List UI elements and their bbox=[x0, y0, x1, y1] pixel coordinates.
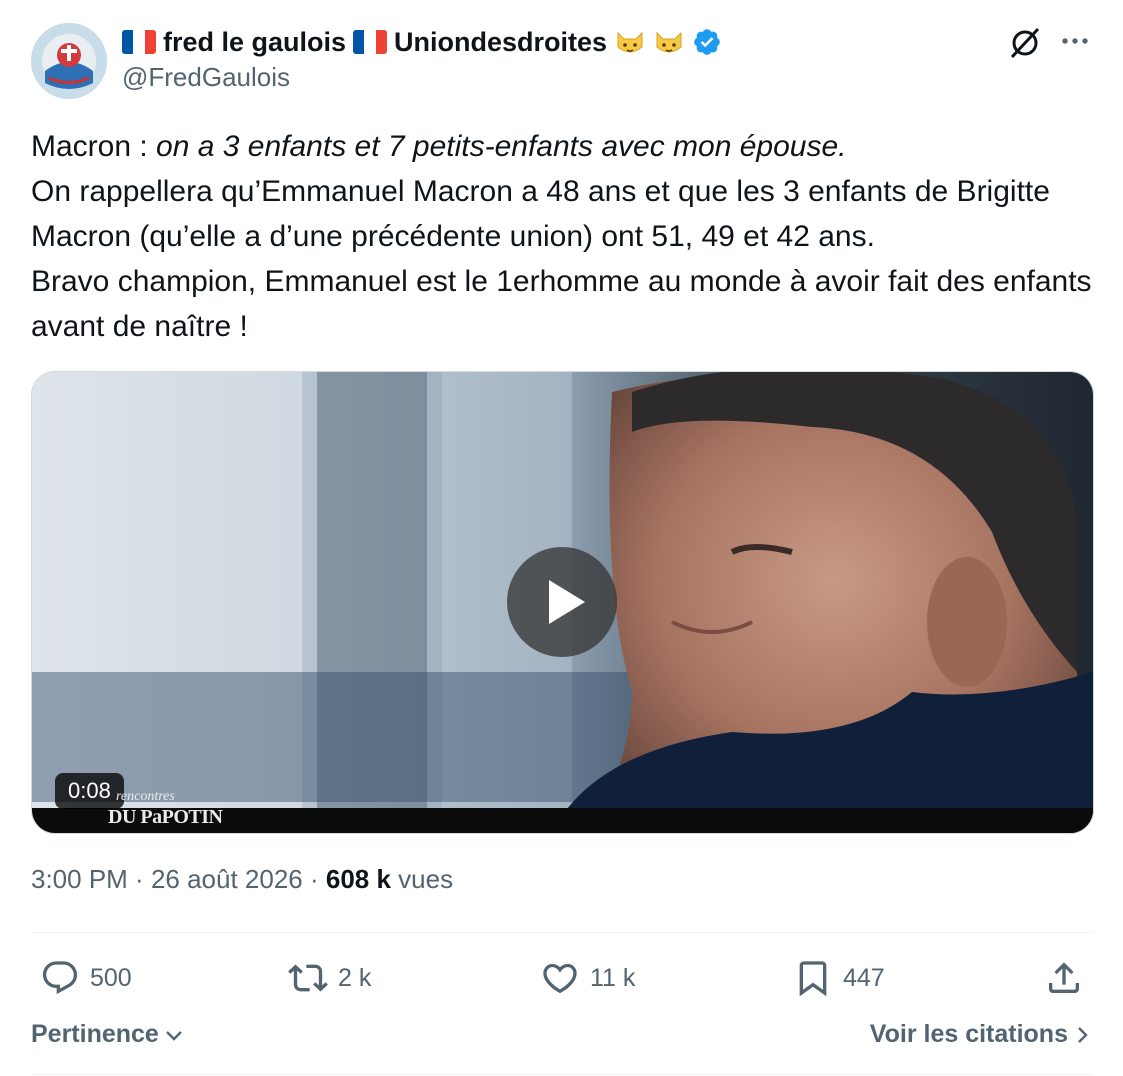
author-name-part2[interactable]: Uniondesdroites bbox=[394, 27, 607, 58]
meta-separator: · bbox=[127, 864, 151, 894]
play-button[interactable] bbox=[507, 547, 617, 657]
heart-icon bbox=[543, 963, 577, 994]
tweet-time[interactable]: 3:00 PM bbox=[31, 864, 128, 894]
author-name-row[interactable]: fred le gaulois Uniondesdroites bbox=[122, 22, 722, 62]
bookmark-button[interactable]: 447 bbox=[793, 955, 885, 1001]
repost-count: 2 k bbox=[338, 963, 372, 992]
share-button[interactable] bbox=[1044, 955, 1084, 1001]
meta-separator: · bbox=[302, 864, 326, 894]
avatar-image bbox=[31, 23, 107, 99]
cat-emoji-icon bbox=[617, 31, 643, 53]
bookmark-icon bbox=[799, 961, 827, 997]
video-player[interactable]: 0:08 rencontres DU PaPOTIN bbox=[31, 371, 1094, 834]
bookmark-count: 447 bbox=[843, 963, 885, 992]
divider bbox=[31, 1074, 1093, 1075]
chevron-right-icon bbox=[1078, 1026, 1088, 1043]
cat-emoji-icon bbox=[656, 31, 682, 53]
tweet-line-2: On rappellera qu’Emmanuel Macron a 48 an… bbox=[31, 175, 1050, 253]
watermark-bottom: DU PaPOTIN bbox=[108, 806, 223, 828]
more-options-icon[interactable] bbox=[1058, 30, 1092, 52]
verified-badge-icon[interactable] bbox=[692, 27, 722, 57]
french-flag-icon bbox=[353, 30, 388, 54]
reply-count: 500 bbox=[90, 963, 132, 992]
grok-icon[interactable] bbox=[1006, 24, 1044, 62]
author-name-part1[interactable]: fred le gaulois bbox=[163, 27, 346, 58]
views-count: 608 k bbox=[325, 864, 391, 894]
reply-button[interactable]: 500 bbox=[40, 955, 132, 1001]
view-quotes-link[interactable]: Voir les citations bbox=[870, 1020, 1090, 1049]
repost-button[interactable]: 2 k bbox=[288, 955, 371, 1001]
tweet-line-1-quote: on a 3 enfants et 7 petits-enfants avec … bbox=[156, 130, 847, 163]
sort-dropdown[interactable]: Pertinence bbox=[31, 1020, 185, 1049]
video-duration: 0:08 bbox=[55, 773, 124, 809]
view-quotes-label: Voir les citations bbox=[869, 1020, 1068, 1048]
sort-label: Pertinence bbox=[31, 1020, 159, 1048]
tweet-meta: 3:00 PM · 26 août 2026 · 608 k vues bbox=[31, 864, 453, 895]
author-avatar[interactable] bbox=[31, 23, 107, 99]
repost-icon bbox=[288, 964, 328, 992]
views-label: vues bbox=[390, 864, 454, 894]
play-icon bbox=[549, 580, 585, 624]
divider bbox=[31, 932, 1093, 933]
reply-icon bbox=[42, 961, 78, 995]
author-handle[interactable]: @FredGaulois bbox=[122, 62, 290, 93]
french-flag-icon bbox=[122, 30, 156, 54]
tweet-line-1-prefix: Macron : bbox=[31, 130, 157, 163]
tweet-line-3: Bravo champion, Emmanuel est le 1erhomme… bbox=[31, 265, 1092, 343]
share-icon bbox=[1049, 962, 1079, 993]
tweet-date[interactable]: 26 août 2026 bbox=[151, 864, 303, 894]
chevron-down-icon bbox=[165, 1030, 182, 1041]
like-count: 11 k bbox=[590, 963, 636, 992]
watermark-top: rencontres bbox=[116, 789, 175, 804]
like-button[interactable]: 11 k bbox=[540, 955, 635, 1001]
tweet-line-1: Macron : on a 3 enfants et 7 petits-enfa… bbox=[31, 124, 1093, 169]
tweet-text: Macron : on a 3 enfants et 7 petits-enfa… bbox=[31, 124, 1093, 349]
